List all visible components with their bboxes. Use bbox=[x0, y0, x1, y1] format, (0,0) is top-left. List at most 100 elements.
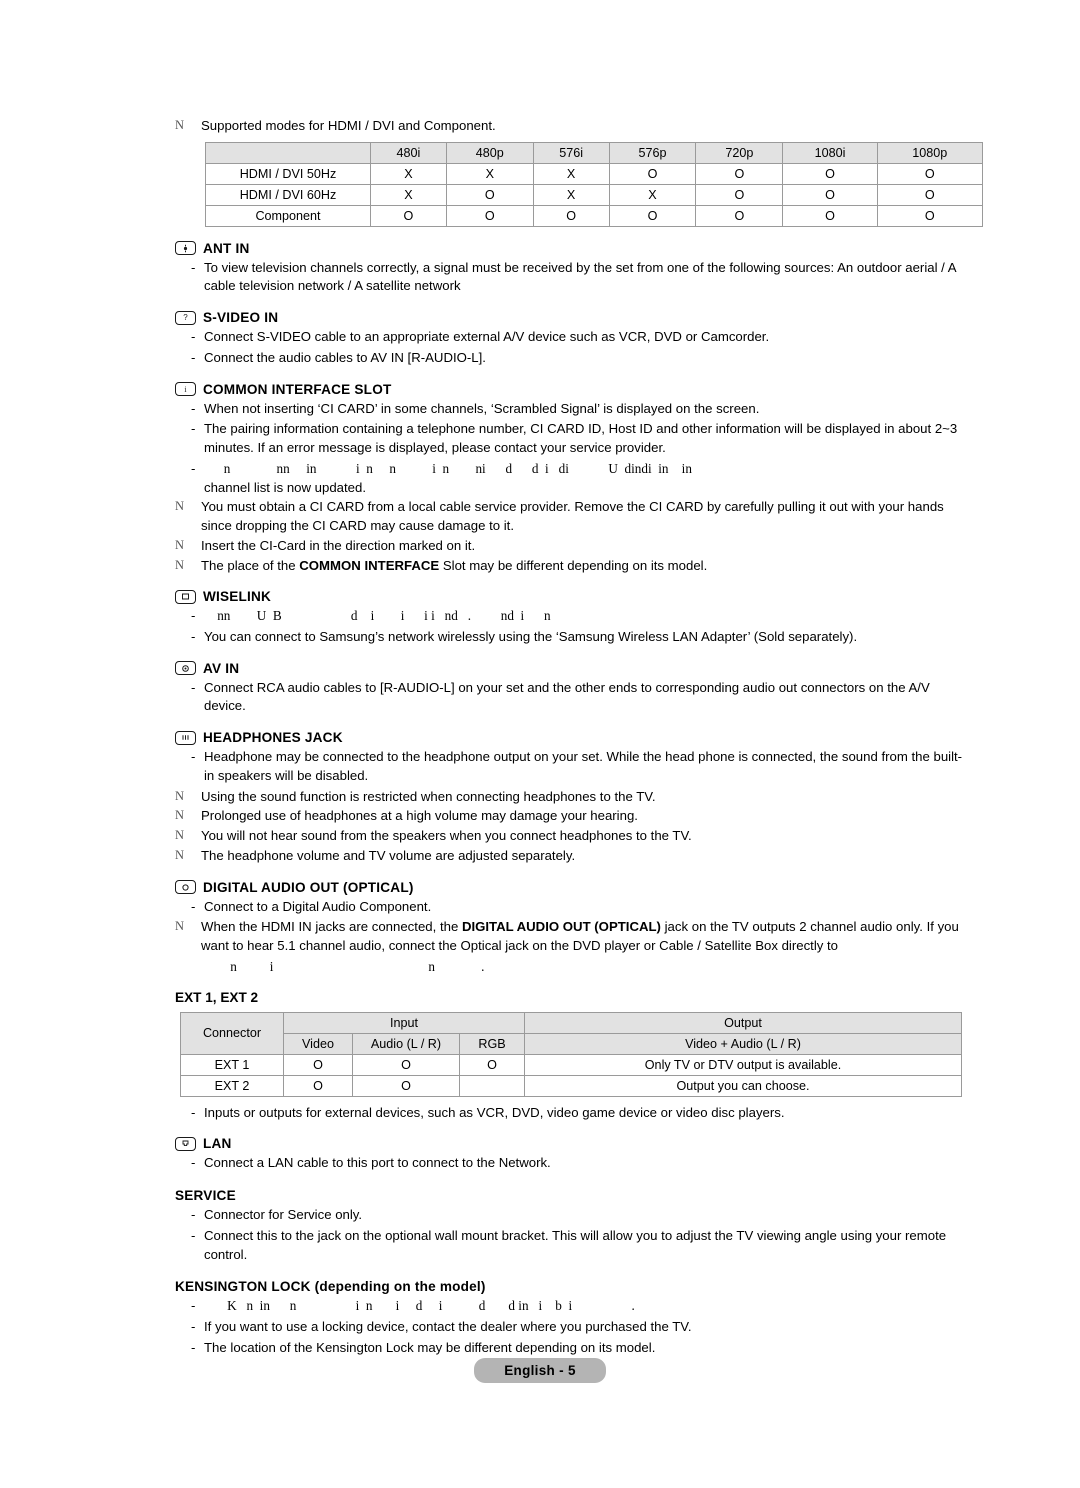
table-body: HDMI / DVI 50Hz X X X O O O O HDMI / DVI… bbox=[205, 162, 984, 227]
headphones-connector-icon bbox=[175, 730, 196, 745]
note-text: Supported modes for HDMI / DVI and Compo… bbox=[201, 118, 496, 133]
cell bbox=[459, 1074, 525, 1097]
dash-mark: - bbox=[191, 1339, 196, 1355]
cell: X bbox=[532, 183, 610, 206]
bullet-item: - Inputs or outputs for external devices… bbox=[175, 1104, 965, 1123]
dash-mark: - bbox=[191, 749, 196, 765]
cell: O bbox=[608, 162, 697, 185]
table-body: EXT 1 O O O Only TV or DTV output is ava… bbox=[180, 1053, 962, 1097]
bullet-item: - If you want to use a locking device, c… bbox=[175, 1318, 965, 1337]
section-heading-ant-in: ANT IN bbox=[175, 241, 965, 256]
modes-col-576i: 576i bbox=[532, 141, 610, 164]
cell: O bbox=[876, 183, 984, 206]
section-title: LAN bbox=[203, 1136, 232, 1152]
bullet-text: The pairing information containing a tel… bbox=[204, 421, 958, 456]
note-bullet-mark: N bbox=[175, 847, 185, 862]
bullet-text: The location of the Kensington Lock may … bbox=[204, 1339, 656, 1355]
bullet-item: - The location of the Kensington Lock ma… bbox=[175, 1339, 965, 1358]
ext-input-header: Input bbox=[283, 1011, 525, 1034]
cell: O bbox=[352, 1074, 460, 1097]
degraded-bullet-text: K n in n i n i d i d d in i b i . bbox=[204, 1298, 635, 1314]
dash-mark: - bbox=[191, 679, 196, 695]
row-label: Component bbox=[205, 204, 371, 227]
degraded-bullet-text: nn U B d i i i i nd . nd i n bbox=[204, 608, 551, 624]
ext-output-header: Output bbox=[524, 1011, 962, 1034]
table-row: Component O O O O O O O bbox=[205, 204, 984, 227]
page-number-badge: English - 5 bbox=[474, 1358, 606, 1383]
note-item: N Insert the CI-Card in the direction ma… bbox=[175, 537, 965, 556]
cell: O bbox=[695, 162, 784, 185]
note-bullet-mark: N bbox=[175, 499, 185, 514]
lan-connector-icon bbox=[175, 1136, 196, 1151]
dash-mark: - bbox=[191, 1227, 196, 1243]
bullet-item: - Connect a LAN cable to this port to co… bbox=[175, 1154, 965, 1173]
note-bullet-mark: N bbox=[175, 919, 185, 934]
table-head: Connector Input Output Video Audio (L / … bbox=[180, 1011, 962, 1055]
note-item: N When the HDMI IN jacks are connected, … bbox=[175, 918, 965, 955]
note-item: N Prolonged use of headphones at a high … bbox=[175, 807, 965, 826]
page-footer: English - 5 bbox=[0, 1358, 1080, 1383]
ant-connector-icon bbox=[175, 241, 196, 256]
table-row: EXT 1 O O O Only TV or DTV output is ava… bbox=[180, 1053, 962, 1076]
section-heading-service: SERVICE bbox=[175, 1188, 236, 1204]
s-video-connector-icon: ? bbox=[175, 310, 196, 325]
modes-col-576p: 576p bbox=[608, 141, 697, 164]
bullet-text: To view television channels correctly, a… bbox=[204, 259, 956, 294]
dash-mark: - bbox=[191, 1298, 196, 1314]
ext-row-connector: EXT 1 bbox=[180, 1053, 284, 1076]
page-content: N Supported modes for HDMI / DVI and Com… bbox=[175, 116, 984, 1359]
row-label: HDMI / DVI 60Hz bbox=[205, 183, 371, 206]
bullet-text: If you want to use a locking device, con… bbox=[204, 1318, 692, 1334]
row-label: HDMI / DVI 50Hz bbox=[205, 162, 371, 185]
bullet-text: Inputs or outputs for external devices, … bbox=[204, 1104, 785, 1120]
bullet-text: Connector for Service only. bbox=[204, 1207, 363, 1223]
dash-mark: - bbox=[191, 898, 196, 914]
cell: O bbox=[782, 183, 878, 206]
section-heading-av-in: AV IN bbox=[175, 661, 965, 676]
section-heading-kensington-lock: KENSINGTON LOCK (depending on the model) bbox=[175, 1279, 486, 1295]
modes-col-480i: 480i bbox=[370, 141, 447, 164]
section-heading-ext: EXT 1, EXT 2 bbox=[175, 989, 259, 1005]
bullet-item: - Connector for Service only. bbox=[175, 1206, 965, 1225]
note-text-pre: The place of the bbox=[201, 557, 300, 573]
cell: Output you can choose. bbox=[524, 1074, 962, 1097]
dash-mark: - bbox=[191, 1318, 196, 1334]
bullet-item: - Connect S-VIDEO cable to an appropriat… bbox=[175, 328, 965, 347]
bullet-text: Connect this to the jack on the optional… bbox=[204, 1227, 947, 1262]
optical-connector-icon bbox=[175, 880, 196, 895]
common-interface-connector-icon: i bbox=[175, 382, 196, 397]
cell: O bbox=[352, 1053, 460, 1076]
note-item: N You will not hear sound from the speak… bbox=[175, 827, 965, 846]
cell: O bbox=[459, 1053, 525, 1076]
table-row: HDMI / DVI 50Hz X X X O O O O bbox=[205, 162, 984, 185]
ext-subheader-rgb: RGB bbox=[459, 1032, 525, 1055]
supported-modes-note: N Supported modes for HDMI / DVI and Com… bbox=[175, 117, 965, 136]
svg-text:?: ? bbox=[183, 313, 188, 322]
note-text-post: Slot may be different depending on its m… bbox=[439, 557, 708, 573]
dash-mark: - bbox=[191, 421, 196, 437]
cell: O bbox=[532, 204, 610, 227]
svg-text:i: i bbox=[184, 385, 187, 394]
section-heading-s-video-in: ? S-VIDEO IN bbox=[175, 310, 965, 325]
ext-connector-header: Connector bbox=[180, 1011, 284, 1055]
bullet-text: Connect RCA audio cables to [R-AUDIO-L] … bbox=[204, 679, 930, 714]
note-bullet-mark: N bbox=[175, 788, 185, 803]
note-text: The place of the COMMON INTERFACE Slot m… bbox=[201, 557, 965, 576]
cell: O bbox=[283, 1074, 353, 1097]
note-text: You will not hear sound from the speaker… bbox=[201, 828, 692, 844]
dash-mark: - bbox=[191, 329, 196, 345]
note-text: When the HDMI IN jacks are connected, th… bbox=[201, 918, 965, 955]
cell: O bbox=[370, 204, 447, 227]
modes-corner-cell bbox=[205, 141, 371, 164]
degraded-bullet-item: - K n in n i n i d i d d in i b i . bbox=[175, 1297, 965, 1316]
ext-row-connector: EXT 2 bbox=[180, 1074, 284, 1097]
bullet-item: - Headphone may be connected to the head… bbox=[175, 748, 965, 785]
cell: X bbox=[370, 162, 447, 185]
cell: O bbox=[445, 204, 534, 227]
note-bullet-mark: N bbox=[175, 118, 185, 132]
section-title: DIGITAL AUDIO OUT (OPTICAL) bbox=[203, 879, 414, 895]
degraded-bullet-continuation: channel list is now updated. bbox=[204, 479, 367, 495]
degraded-bullet-item: - nn U B d i i i i nd . nd i n bbox=[175, 607, 965, 626]
ext-connector-table: Connector Input Output Video Audio (L / … bbox=[180, 1011, 962, 1097]
cell: O bbox=[608, 204, 697, 227]
